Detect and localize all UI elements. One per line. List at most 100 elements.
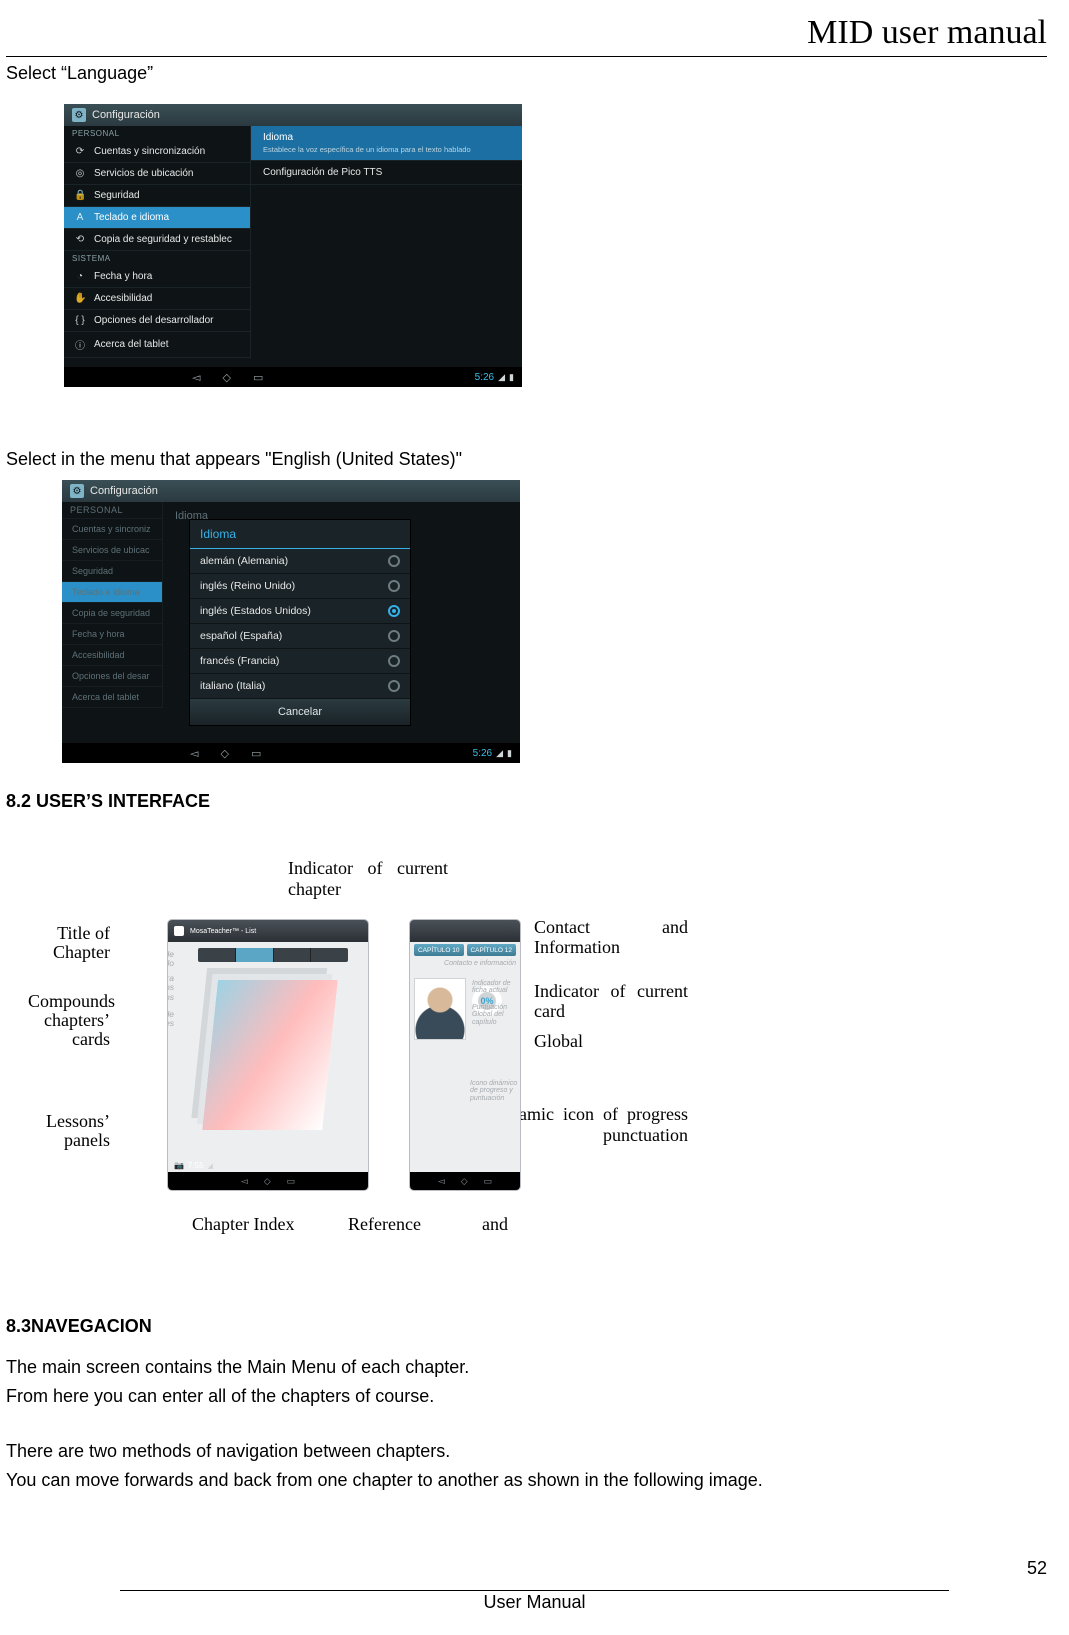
sidebar-item-label: Opciones del desarrollador [94, 315, 214, 326]
option-it[interactable]: italiano (Italia) [190, 674, 410, 699]
back-icon[interactable]: ◅ [438, 1176, 445, 1187]
android-navbar: ◅ ◇ ▭ 5:26 ◢ ▮ [64, 367, 522, 387]
option-us[interactable]: inglés (Estados Unidos) [190, 599, 410, 624]
home-icon[interactable]: ◇ [222, 371, 230, 384]
sidebar-item-teclado[interactable]: ATeclado e idioma [64, 207, 250, 229]
option-subtitle: Establece la voz específica de un idioma… [263, 145, 510, 154]
chip-capitulo-10[interactable]: CAPÍTULO 10 [414, 944, 464, 956]
para-main-menu: The main screen contains the Main Menu o… [6, 1357, 1047, 1378]
android-navbar: ◅ ◇ ▭ [410, 1172, 520, 1190]
annotation-chapter-index: Chapter Index [192, 1214, 294, 1235]
option-label: inglés (Reino Unido) [200, 580, 295, 592]
option-label: italiano (Italia) [200, 680, 265, 692]
android-navbar: ◅ ◇ ▭ 5:26 ◢ ▮ [62, 743, 520, 763]
window-titlebar: ⚙ Configuración [62, 480, 520, 502]
option-pico[interactable]: Configuración de Pico TTS [251, 161, 522, 185]
option-label: alemán (Alemania) [200, 555, 288, 567]
app-screenshot-main-menu: MosaTeacher™ - List Título de Capítulo F… [168, 920, 368, 1190]
option-label: Idioma [263, 132, 293, 143]
sidebar-item-opciones[interactable]: { } Opciones del desarrollador [64, 310, 250, 332]
home-icon[interactable]: ◇ [220, 747, 228, 760]
app-logo-icon [174, 926, 184, 936]
radio-icon [388, 605, 400, 617]
settings-main-pane: Idioma Establece la voz específica de un… [250, 126, 522, 358]
screenshot-language-dialog: ⚙ Configuración PERSONAL Cuentas y sincr… [62, 480, 520, 763]
recents-icon[interactable]: ▭ [484, 1176, 493, 1187]
footer-rule [120, 1590, 949, 1591]
chapter-card-stack[interactable] [202, 980, 338, 1130]
sidebar-item-cuentas[interactable]: ⟳Cuentas y sincronización [64, 141, 250, 163]
lesson-avatar [414, 978, 466, 1040]
sidebar-item-fecha[interactable]: ◔Fecha y hora [64, 266, 250, 288]
braces-icon: { } [74, 315, 86, 326]
sidebar-item-teclado: Teclado e idioma [62, 582, 162, 603]
status-clock: 5:26 [473, 748, 492, 759]
back-icon[interactable]: ◅ [192, 371, 200, 384]
option-fr[interactable]: francés (Francia) [190, 649, 410, 674]
ui-diagram: Indicator of current chapter Title of Ch… [28, 858, 688, 1258]
radio-icon [388, 680, 400, 692]
app-screenshot-chapter-detail: CAPÍTULO 10 CAPÍTULO 12 Contacto e infor… [410, 920, 520, 1190]
settings-sidebar: PERSONAL ⟳Cuentas y sincronización ◎Serv… [64, 126, 250, 358]
option-aleman[interactable]: alemán (Alemania) [190, 549, 410, 574]
android-navbar: ◅ ◇ ▭ [168, 1172, 368, 1190]
status-clock: 5:26 [475, 372, 494, 383]
caption-icono: Icono dinámico de progreso y puntuación [470, 1080, 520, 1102]
settings-icon: ⚙ [70, 484, 84, 498]
recents-icon[interactable]: ▭ [253, 371, 263, 384]
home-icon[interactable]: ◇ [461, 1176, 468, 1187]
option-es[interactable]: español (España) [190, 624, 410, 649]
back-icon[interactable]: ◅ [241, 1176, 248, 1187]
app-titlebar: MosaTeacher™ - List [168, 920, 368, 942]
caption-fichas: Fichas para capítulos compuestos [168, 974, 174, 1002]
annotation-indicator-card: Indicator of current card [534, 982, 688, 1022]
option-uk[interactable]: inglés (Reino Unido) [190, 574, 410, 599]
wifi-icon: ◢ [208, 1162, 213, 1170]
status-ribbon: 📷 7:55 ◢ [168, 1159, 368, 1172]
cancel-button[interactable]: Cancelar [190, 699, 410, 725]
wifi-icon: ◢ [496, 748, 503, 759]
sidebar-item-seguridad[interactable]: 🔒Seguridad [64, 185, 250, 207]
sidebar-item-seguridad: Seguridad [62, 561, 162, 582]
window-titlebar: ⚙ Configuración [64, 104, 522, 126]
screenshot-settings-language: ⚙ Configuración PERSONAL ⟳Cuentas y sinc… [64, 104, 522, 387]
recents-icon[interactable]: ▭ [251, 747, 261, 760]
sidebar-item-accesibilidad[interactable]: ✋Accesibilidad [64, 288, 250, 310]
radio-icon [388, 655, 400, 667]
globe-icon: A [74, 212, 86, 223]
sidebar-item-label: Cuentas y sincronización [94, 146, 205, 157]
sidebar-item-copia[interactable]: ⟲Copia de seguridad y restablec [64, 229, 250, 251]
sidebar-item-label: Acerca del tablet [94, 339, 169, 350]
battery-icon: ▮ [509, 372, 514, 383]
annotation-contact: Contact and Information [534, 918, 688, 958]
radio-icon [388, 555, 400, 567]
annotation-title-chapter: Title of Chapter [28, 924, 110, 962]
instruction-select-english: Select in the menu that appears "English… [6, 449, 1047, 470]
dialog-title: Idioma [190, 520, 410, 549]
caption-puntuacion: Puntuación Global del capítulo [472, 1004, 518, 1026]
back-icon[interactable]: ◅ [190, 747, 198, 760]
page-number: 52 [1027, 1558, 1047, 1579]
recents-icon[interactable]: ▭ [287, 1176, 296, 1187]
instruction-select-language: Select “Language” [6, 63, 1047, 84]
settings-icon: ⚙ [72, 108, 86, 122]
option-idioma[interactable]: Idioma Establece la voz específica de un… [251, 126, 522, 161]
annotation-reference: Reference and [348, 1214, 508, 1235]
sidebar-item-servicios[interactable]: ◎Servicios de ubicación [64, 163, 250, 185]
location-icon: ◎ [74, 168, 86, 179]
group-sistema-label: SISTEMA [64, 251, 250, 266]
status-clock: 7:55 [188, 1161, 204, 1170]
footer-text: User Manual [0, 1592, 1069, 1613]
radio-icon [388, 630, 400, 642]
sidebar-item-fecha: Fecha y hora [62, 624, 162, 645]
window-title: Configuración [90, 485, 158, 497]
window-title: Configuración [92, 109, 160, 121]
chapter-chip-row: CAPÍTULO 10 CAPÍTULO 12 [414, 944, 516, 956]
settings-sidebar-faded: PERSONAL Cuentas y sincroniz Servicios d… [62, 502, 162, 708]
sidebar-item-acerca[interactable]: ⓘAcerca del tablet [64, 332, 250, 358]
chapter-tabs[interactable] [198, 948, 348, 962]
chip-capitulo-12[interactable]: CAPÍTULO 12 [467, 944, 517, 956]
option-label: Configuración de Pico TTS [263, 167, 382, 178]
home-icon[interactable]: ◇ [264, 1176, 271, 1187]
para-enter-chapters: From here you can enter all of the chapt… [6, 1386, 1047, 1407]
